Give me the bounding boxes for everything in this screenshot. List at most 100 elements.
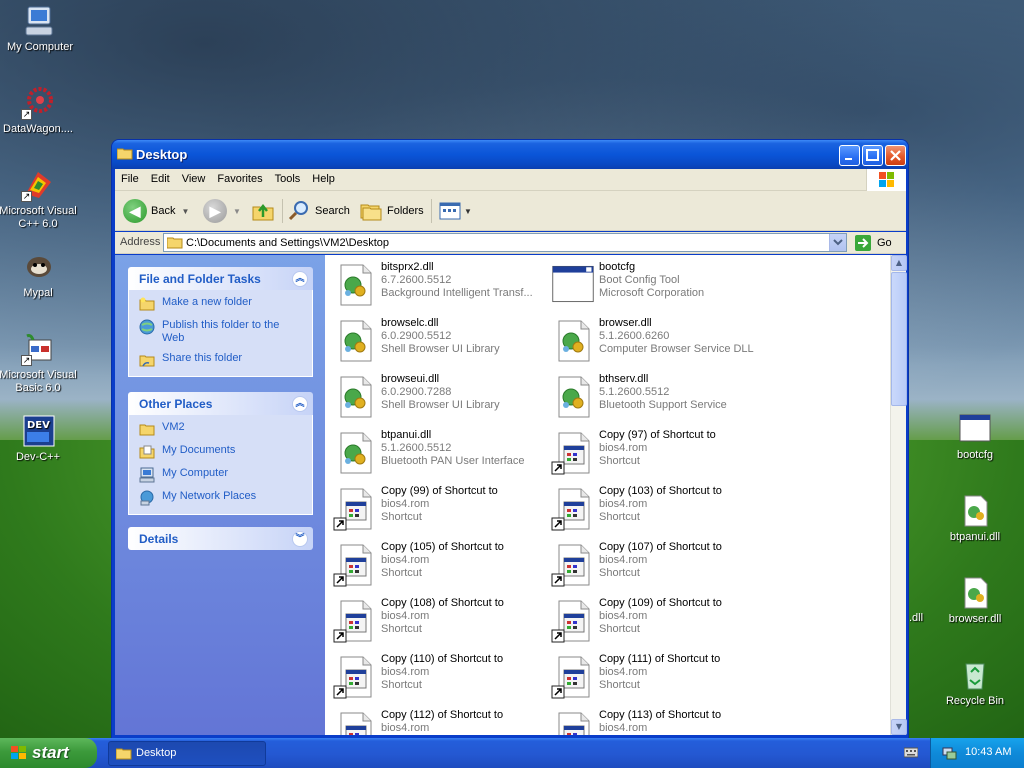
scroll-down-button[interactable]: ▼	[891, 719, 907, 735]
file-item[interactable]: Copy (109) of Shortcut to bios4.rom Shortc…	[547, 595, 762, 645]
place-my-computer[interactable]: My Computer	[139, 467, 304, 483]
place-vm2[interactable]: VM2	[139, 421, 304, 437]
file-item[interactable]: browser.dll 5.1.2600.6260 Computer Browser…	[547, 315, 762, 365]
menu-tools[interactable]: Tools	[269, 169, 307, 185]
dev-cpp-icon: DEV	[21, 414, 55, 448]
menu-help[interactable]: Help	[306, 169, 341, 185]
desktop-icon-browser[interactable]: browser.dll	[935, 576, 1015, 626]
chevron-down-icon[interactable]: ▼	[181, 207, 189, 216]
dll-file-icon	[333, 261, 377, 307]
desktop-icon-dev-cpp[interactable]: DEV Dev-C++	[0, 414, 78, 464]
close-button[interactable]	[885, 145, 906, 166]
file-item[interactable]: btpanui.dll 5.1.2600.5512 Bluetooth PAN Us…	[329, 427, 544, 477]
place-my-documents[interactable]: My Documents	[139, 444, 304, 460]
place-label: My Computer	[162, 467, 229, 479]
file-item[interactable]: Copy (105) of Shortcut to bios4.rom Shortc…	[329, 539, 544, 589]
folders-button[interactable]: Folders	[359, 197, 424, 225]
toolbar-separator	[282, 199, 283, 223]
desktop-icon-label: Recycle Bin	[945, 695, 1005, 707]
desktop-icon-datawagon[interactable]: ↗ DataWagon....	[0, 86, 78, 136]
place-my-network-places[interactable]: My Network Places	[139, 490, 304, 506]
file-item[interactable]: bootcfg Boot Config Tool Microsoft Corpora…	[547, 259, 762, 309]
desktop-icon-mypal[interactable]: Mypal	[0, 250, 78, 300]
go-button[interactable]: Go	[854, 233, 892, 253]
forward-arrow-icon: ▶	[203, 199, 227, 223]
file-detail: bios4.rom	[381, 722, 430, 734]
desktop-icon-btpanui[interactable]: btpanui.dll	[935, 494, 1015, 544]
desktop-icon-my-computer[interactable]: My Computer	[0, 4, 80, 54]
minimize-button[interactable]	[839, 145, 860, 166]
explorer-window[interactable]: Desktop File Edit View Favorites Tools Help ◀…	[111, 139, 909, 739]
file-text: Copy (111) of Shortcut to bios4.rom Shortc…	[599, 653, 759, 692]
file-name: Copy (99) of Shortcut to	[381, 485, 498, 497]
views-button[interactable]: ▼	[438, 197, 472, 225]
file-item[interactable]: browselc.dll 6.0.2900.5512 Shell Browser U…	[329, 315, 544, 365]
taskbar-window-desktop[interactable]: Desktop	[108, 741, 266, 766]
panel-header[interactable]: File and Folder Tasks ︽	[128, 267, 313, 290]
maximize-button[interactable]	[862, 145, 883, 166]
desktop-icon-label: Mypal	[23, 287, 53, 299]
file-item[interactable]: Copy (103) of Shortcut to bios4.rom Shortc…	[547, 483, 762, 533]
menu-favorites[interactable]: Favorites	[211, 169, 268, 185]
file-name: browseui.dll	[381, 373, 440, 385]
file-item[interactable]: bthserv.dll 5.1.2600.5512 Bluetooth Suppor…	[547, 371, 762, 421]
file-detail: bios4.rom	[599, 610, 648, 622]
desktop-icon-recycle-bin[interactable]: Recycle Bin	[935, 658, 1015, 708]
task-label: Share this folder	[162, 352, 243, 364]
clock[interactable]: 10:43 AM	[965, 746, 1011, 758]
file-text: bthserv.dll 5.1.2600.5512 Bluetooth Suppor…	[599, 373, 759, 412]
file-description: Microsoft Corporation	[599, 287, 705, 299]
panel-header[interactable]: Details ︾	[128, 527, 313, 550]
keyboard-icon[interactable]	[904, 746, 918, 758]
menu-file[interactable]: File	[115, 169, 145, 185]
folder-icon	[117, 148, 133, 160]
file-item[interactable]: Copy (108) of Shortcut to bios4.rom Shortc…	[329, 595, 544, 645]
menu-view[interactable]: View	[176, 169, 212, 185]
chevron-down-icon[interactable]: ▼	[233, 207, 241, 216]
address-input[interactable]: C:\Documents and Settings\VM2\Desktop	[163, 233, 847, 252]
search-button[interactable]: Search	[287, 197, 350, 225]
datawagon-icon: ↗	[21, 86, 55, 120]
file-text: Copy (109) of Shortcut to bios4.rom Shortc…	[599, 597, 759, 636]
desktop-icon-visual-basic[interactable]: ↗ Microsoft Visual Basic 6.0	[0, 332, 78, 395]
panel-title: Details	[139, 532, 179, 546]
chevron-up-icon[interactable]: ︽	[292, 396, 308, 412]
file-item[interactable]: Copy (99) of Shortcut to bios4.rom Shortcu…	[329, 483, 544, 533]
desktop-icon-label: Microsoft Visual Basic 6.0	[0, 369, 77, 394]
scroll-thumb[interactable]	[891, 272, 907, 406]
vertical-scrollbar[interactable]: ▲ ▼	[890, 255, 907, 735]
file-item[interactable]: browseui.dll 6.0.2900.7288 Shell Browser U…	[329, 371, 544, 421]
task-share-folder[interactable]: Share this folder	[139, 352, 304, 368]
menu-edit[interactable]: Edit	[145, 169, 176, 185]
dll-file-icon	[333, 429, 377, 475]
title-bar[interactable]: Desktop	[112, 140, 908, 169]
file-item[interactable]: bitsprx2.dll 6.7.2600.5512 Background Inte…	[329, 259, 544, 309]
start-button[interactable]: start	[0, 738, 97, 768]
panel-header[interactable]: Other Places ︽	[128, 392, 313, 415]
address-dropdown-button[interactable]	[829, 234, 846, 251]
minimize-icon	[845, 158, 852, 160]
file-item[interactable]: Copy (113) of Shortcut to bios4.rom	[547, 707, 762, 735]
file-text: bitsprx2.dll 6.7.2600.5512 Background Inte…	[381, 261, 541, 300]
desktop-icon-bootcfg[interactable]: bootcfg	[935, 412, 1015, 462]
file-item[interactable]: Copy (110) of Shortcut to bios4.rom Shortc…	[329, 651, 544, 701]
file-detail: bios4.rom	[381, 498, 430, 510]
file-text: Copy (107) of Shortcut to bios4.rom Shortc…	[599, 541, 759, 580]
up-folder-button[interactable]	[251, 197, 275, 225]
chevron-up-icon[interactable]: ︽	[292, 271, 308, 287]
file-name: Copy (109) of Shortcut to	[599, 597, 722, 609]
forward-button[interactable]: ▶ ▼	[203, 197, 241, 225]
file-item[interactable]: Copy (97) of Shortcut to bios4.rom Shortcu…	[547, 427, 762, 477]
file-item[interactable]: Copy (112) of Shortcut to bios4.rom	[329, 707, 544, 735]
task-make-new-folder[interactable]: Make a new folder	[139, 296, 304, 312]
folder-icon	[167, 237, 183, 249]
file-item[interactable]: Copy (111) of Shortcut to bios4.rom Shortc…	[547, 651, 762, 701]
task-publish-folder[interactable]: Publish this folder to the Web	[139, 319, 304, 345]
search-label: Search	[315, 205, 350, 217]
file-item[interactable]: Copy (107) of Shortcut to bios4.rom Shortc…	[547, 539, 762, 589]
desktop-icon-visual-cpp[interactable]: ↗ Microsoft Visual C++ 6.0	[0, 168, 78, 231]
network-tray-icon[interactable]	[941, 745, 957, 761]
back-button[interactable]: ◀ Back ▼	[123, 197, 189, 225]
chevron-down-icon[interactable]: ︾	[292, 531, 308, 547]
scroll-up-button[interactable]: ▲	[891, 255, 907, 271]
